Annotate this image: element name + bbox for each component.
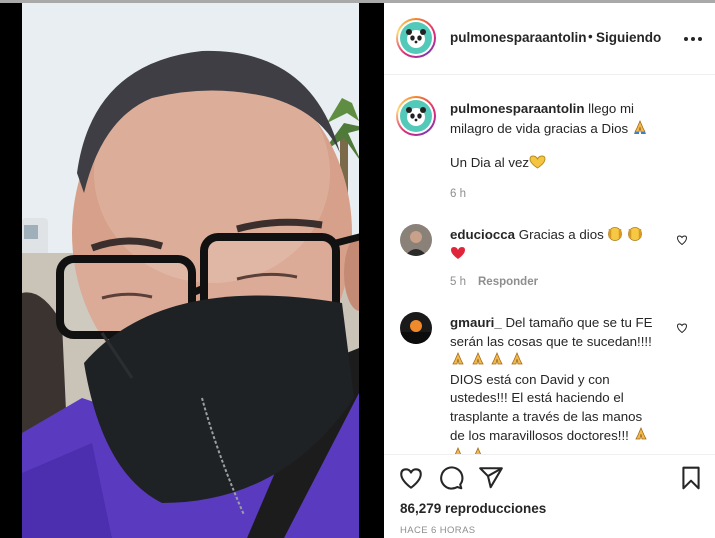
- praying-hands-icon: [454, 446, 462, 454]
- views-count[interactable]: 86,279 reproducciones: [400, 501, 546, 516]
- caption-line-1: llego mi: [588, 101, 634, 116]
- praying-hands-icon: [472, 351, 484, 365]
- caption-line-3: Un Dia al vez: [450, 155, 530, 170]
- caption-line-3-wrap: Un Dia al vez: [450, 154, 546, 173]
- post-actions-bar: 86,279 reproducciones HACE 6 HORAS: [384, 454, 715, 538]
- comment-1-text: educiocca Gracias a dios: [450, 226, 643, 263]
- raised-hands-icon: [608, 227, 623, 241]
- commenter-avatar[interactable]: [400, 312, 432, 344]
- comment-2-line-4: ustedes!!! El está haciendo el: [450, 390, 624, 405]
- praying-hands-icon: [634, 426, 647, 440]
- caption-text: pulmonesparaantolin llego mi milagro de …: [450, 100, 700, 138]
- header-separator: •: [588, 29, 593, 44]
- comment-2-line-1: Del tamaño que se tu FE: [505, 315, 653, 330]
- video-still-image: [22, 3, 359, 538]
- praying-hands-row: [450, 351, 525, 368]
- post-side-panel: pulmonesparaantolin • Siguiendo pulmones…: [384, 3, 715, 538]
- like-heart-icon[interactable]: [398, 465, 424, 491]
- panda-avatar-icon: [406, 29, 426, 48]
- reply-button[interactable]: Responder: [478, 276, 538, 288]
- red-heart-icon: [451, 246, 465, 259]
- praying-hands-icon: [452, 351, 464, 365]
- comment-1-username[interactable]: educiocca: [450, 227, 515, 242]
- video-player[interactable]: [0, 3, 384, 538]
- caption-avatar[interactable]: [396, 96, 436, 136]
- post-header: pulmonesparaantolin • Siguiendo: [384, 3, 715, 75]
- comment-1-body: Gracias a dios: [518, 227, 604, 242]
- praying-hands-icon: [474, 446, 481, 454]
- comment-like-heart-icon[interactable]: [676, 234, 688, 246]
- save-bookmark-icon[interactable]: [678, 465, 704, 491]
- caption-username[interactable]: pulmonesparaantolin: [450, 101, 584, 116]
- following-button[interactable]: Siguiendo: [596, 30, 661, 45]
- comment-2-line-3: DIOS está con David y con: [450, 371, 610, 387]
- user-photo-icon: [400, 224, 432, 256]
- praying-hands-icon: [491, 351, 504, 365]
- caption-time[interactable]: 6 h: [450, 188, 466, 200]
- praying-hands-icon: [633, 119, 646, 134]
- video-frame[interactable]: [22, 3, 359, 538]
- post-timestamp[interactable]: HACE 6 HORAS: [400, 525, 476, 536]
- panda-avatar-icon: [406, 107, 426, 126]
- raised-hands-icon: [628, 227, 643, 241]
- comment-1-meta: 5 h Responder: [450, 276, 538, 288]
- comment-2-username[interactable]: gmauri_: [450, 315, 502, 330]
- comment-2-text: gmauri_ Del tamaño que se tu FE serán la…: [450, 314, 690, 454]
- comment-1-time[interactable]: 5 h: [450, 276, 466, 288]
- caption-line-2: milagro de vida gracias a Dios: [450, 120, 629, 136]
- comment-2-line-5: trasplante a través de las manos: [450, 408, 643, 424]
- commenter-avatar[interactable]: [400, 224, 432, 256]
- author-username[interactable]: pulmonesparaantolin: [450, 30, 587, 45]
- share-send-icon[interactable]: [478, 465, 504, 491]
- comment-2-line-6: de los maravillosos doctores!!!: [450, 428, 629, 443]
- author-avatar[interactable]: [396, 18, 436, 58]
- more-options-icon[interactable]: [681, 29, 705, 49]
- comment-bubble-icon[interactable]: [438, 465, 464, 491]
- praying-hands-icon: [511, 351, 523, 365]
- comment-2-line-2: serán las cosas que te sucedan!!!!: [450, 333, 652, 349]
- sunset-photo-icon: [400, 312, 432, 344]
- yellow-heart-hands-icon: [529, 155, 546, 169]
- comments-list[interactable]: pulmonesparaantolin llego mi milagro de …: [384, 76, 715, 454]
- comment-like-heart-icon[interactable]: [676, 322, 688, 334]
